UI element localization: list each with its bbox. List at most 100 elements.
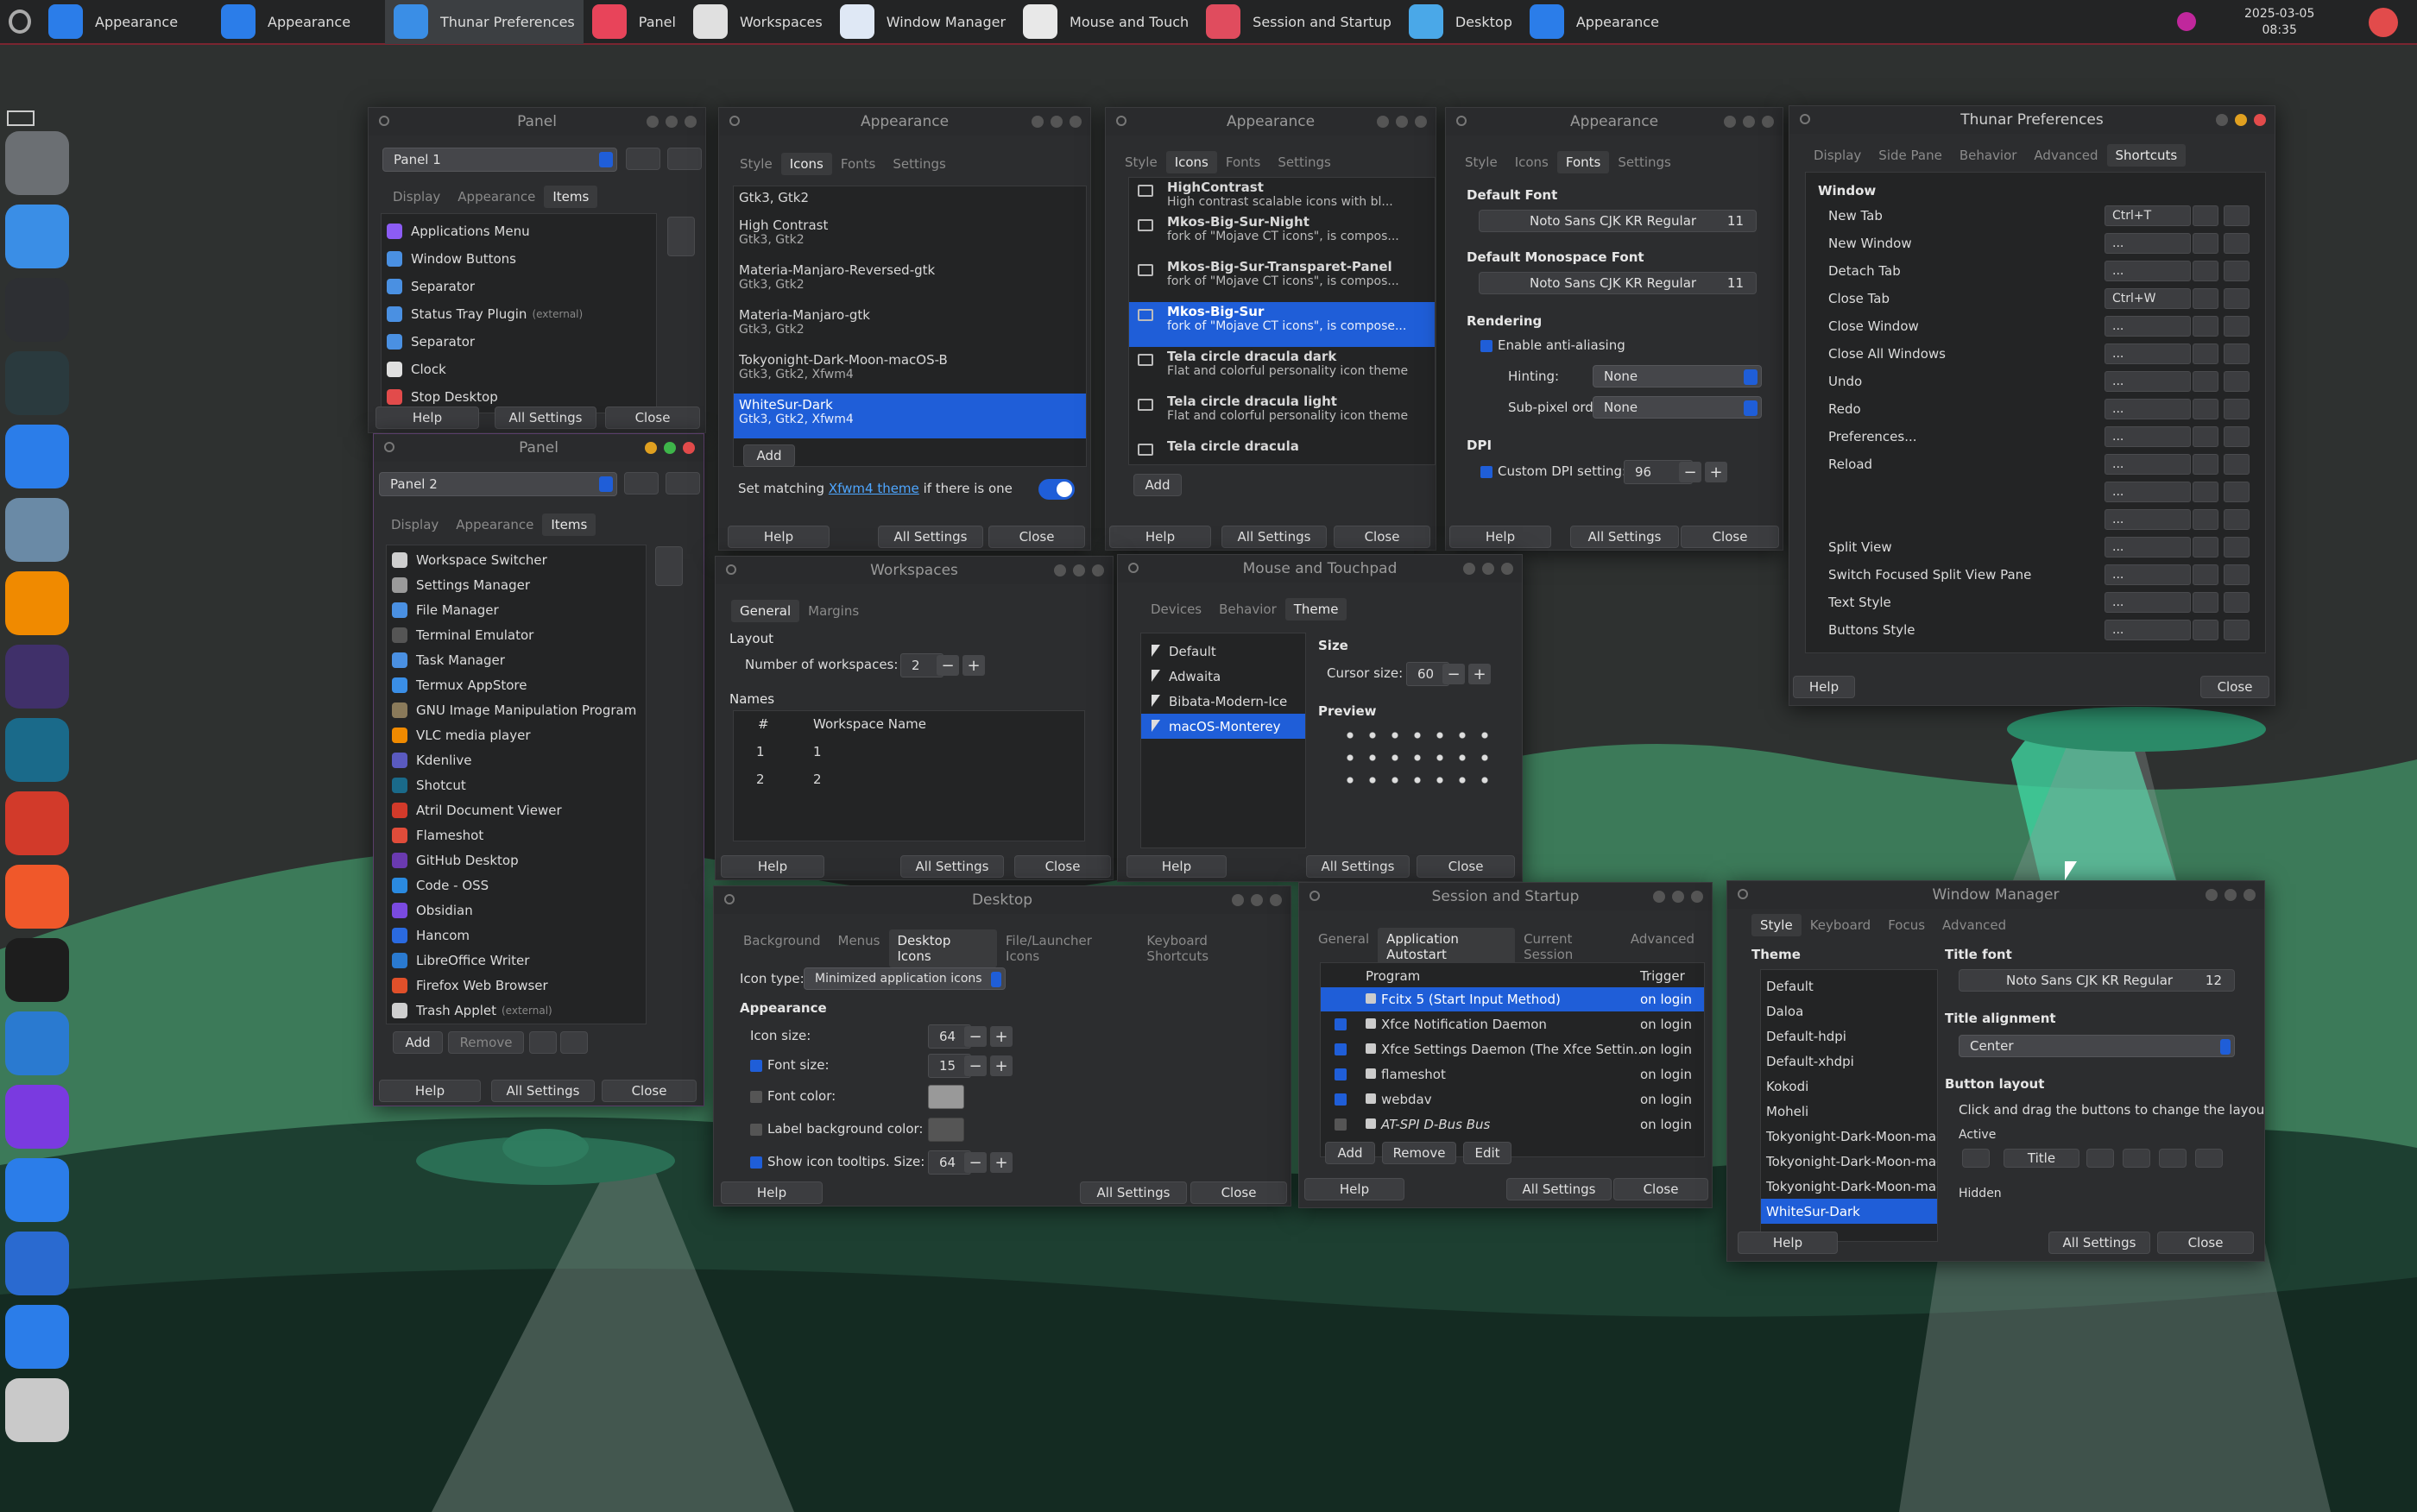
list-item[interactable]: Separator	[382, 273, 656, 300]
tab-display[interactable]: Display	[384, 186, 449, 208]
dpi-decrement[interactable]: −	[1679, 462, 1701, 482]
tab-style[interactable]: Style	[1751, 914, 1802, 936]
titlebar[interactable]: Thunar Preferences	[1789, 106, 2275, 134]
checkbox-checked-icon[interactable]	[1335, 1018, 1347, 1030]
tab-items[interactable]: Items	[544, 186, 598, 208]
shortcut-key-button[interactable]: ...	[2105, 233, 2191, 254]
titlebar[interactable]: Appearance	[719, 108, 1090, 135]
help-button[interactable]: Help	[1793, 676, 1855, 698]
titlebar[interactable]: Mouse and Touchpad	[1118, 555, 1522, 583]
list-item[interactable]: Settings Manager	[387, 572, 646, 597]
theme-item[interactable]: Tokyonight-Dark-Moon-macOS-B Gtk3, Gtk2, …	[734, 349, 1086, 394]
checkbox-checked-icon[interactable]	[1335, 1068, 1347, 1080]
kdenlive-icon[interactable]	[5, 645, 69, 709]
vlc-icon[interactable]	[5, 571, 69, 635]
wm-theme-item[interactable]: Tokyonight-Dark-Moon-macOS	[1761, 1149, 1937, 1174]
tab-theme[interactable]: Theme	[1284, 598, 1347, 621]
icon-theme-item[interactable]: HighContrast High contrast scalable icons…	[1129, 178, 1435, 212]
all-settings-button[interactable]: All Settings	[2048, 1232, 2150, 1254]
tab-shortcuts[interactable]: Shortcuts	[2106, 144, 2187, 167]
close-button[interactable]: Close	[988, 526, 1085, 548]
tab-advanced[interactable]: Advanced	[1934, 914, 2015, 936]
list-item[interactable]: Trash Applet (external)	[387, 998, 646, 1023]
list-item[interactable]: GNU Image Manipulation Program	[387, 697, 646, 722]
tab-current-session[interactable]: Current Session	[1515, 928, 1622, 966]
table-row[interactable]: 11	[734, 739, 1084, 765]
clear-shortcut-button[interactable]	[2193, 592, 2218, 613]
titlebar[interactable]: Window Manager	[1727, 881, 2264, 909]
xfwm4-theme-link[interactable]: Xfwm4 theme	[829, 481, 919, 496]
clear-shortcut-button[interactable]	[2193, 371, 2218, 392]
help-button[interactable]: Help	[1304, 1178, 1404, 1200]
all-settings-button[interactable]: All Settings	[495, 406, 596, 429]
task-9[interactable]: Appearance	[1521, 0, 1668, 44]
remove-entry-button[interactable]: Remove	[1382, 1142, 1456, 1164]
wm-theme-item[interactable]: Tokyonight-Dark-Moon-macOS	[1761, 1124, 1937, 1149]
tab-icons[interactable]: Icons	[1506, 151, 1557, 173]
clear-shortcut-button[interactable]	[2193, 233, 2218, 254]
tab-focus[interactable]: Focus	[1879, 914, 1934, 936]
titlebar[interactable]: Panel	[369, 108, 705, 135]
list-item[interactable]: Window Buttons	[382, 245, 656, 273]
tab-style[interactable]: Style	[1456, 151, 1506, 173]
reset-shortcut-button[interactable]	[2224, 564, 2250, 585]
tab-menus[interactable]: Menus	[830, 929, 889, 967]
clear-shortcut-button[interactable]	[2193, 288, 2218, 309]
add-panel-button[interactable]	[624, 472, 659, 495]
icon-theme-item[interactable]: Mkos-Big-Sur fork of "Mojave CT icons", i…	[1129, 302, 1435, 347]
reset-shortcut-button[interactable]	[2224, 509, 2250, 530]
close-button[interactable]: Close	[1681, 526, 1779, 548]
icon-size-increment[interactable]: +	[990, 1026, 1013, 1047]
obsidian-icon[interactable]	[5, 1085, 69, 1149]
tab-style[interactable]: Style	[731, 153, 781, 175]
shortcut-key-button[interactable]: ...	[2105, 537, 2191, 558]
titlebar[interactable]: Session and Startup	[1299, 883, 1712, 910]
tab-fonts[interactable]: Fonts	[1217, 151, 1269, 173]
wm-theme-item[interactable]: Kokodi	[1761, 1074, 1937, 1099]
help-button[interactable]: Help	[1126, 855, 1227, 878]
wm-theme-item[interactable]: Moheli	[1761, 1099, 1937, 1124]
github-icon[interactable]	[5, 938, 69, 1002]
wm-theme-item[interactable]: WhiteSur-Dark	[1761, 1199, 1937, 1224]
titlebar[interactable]: Appearance	[1106, 108, 1436, 135]
help-button[interactable]: Help	[375, 406, 479, 429]
shortcut-key-button[interactable]: ...	[2105, 426, 2191, 447]
task-0[interactable]: Appearance	[40, 0, 212, 44]
shortcut-key-button[interactable]: ...	[2105, 482, 2191, 502]
wm-theme-item[interactable]: Tokyonight-Dark-Moon-macOS	[1761, 1174, 1937, 1199]
clear-shortcut-button[interactable]	[2193, 482, 2218, 502]
help-button[interactable]: Help	[379, 1080, 481, 1102]
label-bg-color-button[interactable]	[928, 1118, 964, 1142]
cursor-theme-item[interactable]: Bibata-Modern-Ice	[1141, 689, 1305, 714]
shortcut-key-button[interactable]: ...	[2105, 564, 2191, 585]
font-color-checkbox[interactable]: Font color:	[750, 1088, 836, 1104]
checkbox-unchecked-icon[interactable]	[1335, 1118, 1347, 1131]
tab-settings[interactable]: Settings	[1609, 151, 1680, 173]
clear-shortcut-button[interactable]	[2193, 343, 2218, 364]
tab-file-launcher-icons[interactable]: File/Launcher Icons	[997, 929, 1138, 967]
all-settings-button[interactable]: All Settings	[1306, 855, 1410, 878]
list-item[interactable]: Terminal Emulator	[387, 622, 646, 647]
help-button[interactable]: Help	[1449, 526, 1551, 548]
pdf-viewer-icon[interactable]	[5, 791, 69, 855]
close-button[interactable]: Close	[1334, 526, 1430, 548]
list-item[interactable]: GitHub Desktop	[387, 847, 646, 873]
list-item[interactable]: VLC media player	[387, 722, 646, 747]
tab-advanced[interactable]: Advanced	[1622, 928, 1703, 966]
wm-theme-item[interactable]: Default-hdpi	[1761, 1024, 1937, 1049]
antialias-checkbox[interactable]: Enable anti-aliasing	[1480, 337, 1625, 353]
reset-shortcut-button[interactable]	[2224, 426, 2250, 447]
tab-settings[interactable]: Settings	[884, 153, 955, 175]
edit-entry-button[interactable]: Edit	[1463, 1142, 1511, 1164]
tab-settings[interactable]: Settings	[1269, 151, 1340, 173]
reset-shortcut-button[interactable]	[2224, 205, 2250, 226]
title-font-button[interactable]: Noto Sans CJK KR Regular 12	[1959, 969, 2235, 992]
tab-side-pane[interactable]: Side Pane	[1870, 144, 1951, 167]
reset-shortcut-button[interactable]	[2224, 371, 2250, 392]
list-item[interactable]: Shotcut	[387, 772, 646, 797]
tab-display[interactable]: Display	[382, 513, 447, 536]
subpixel-select[interactable]: None	[1593, 396, 1762, 419]
tab-general[interactable]: General	[1309, 928, 1378, 966]
shortcut-key-button[interactable]: ...	[2105, 620, 2191, 640]
titlebar[interactable]: Desktop	[714, 886, 1291, 914]
